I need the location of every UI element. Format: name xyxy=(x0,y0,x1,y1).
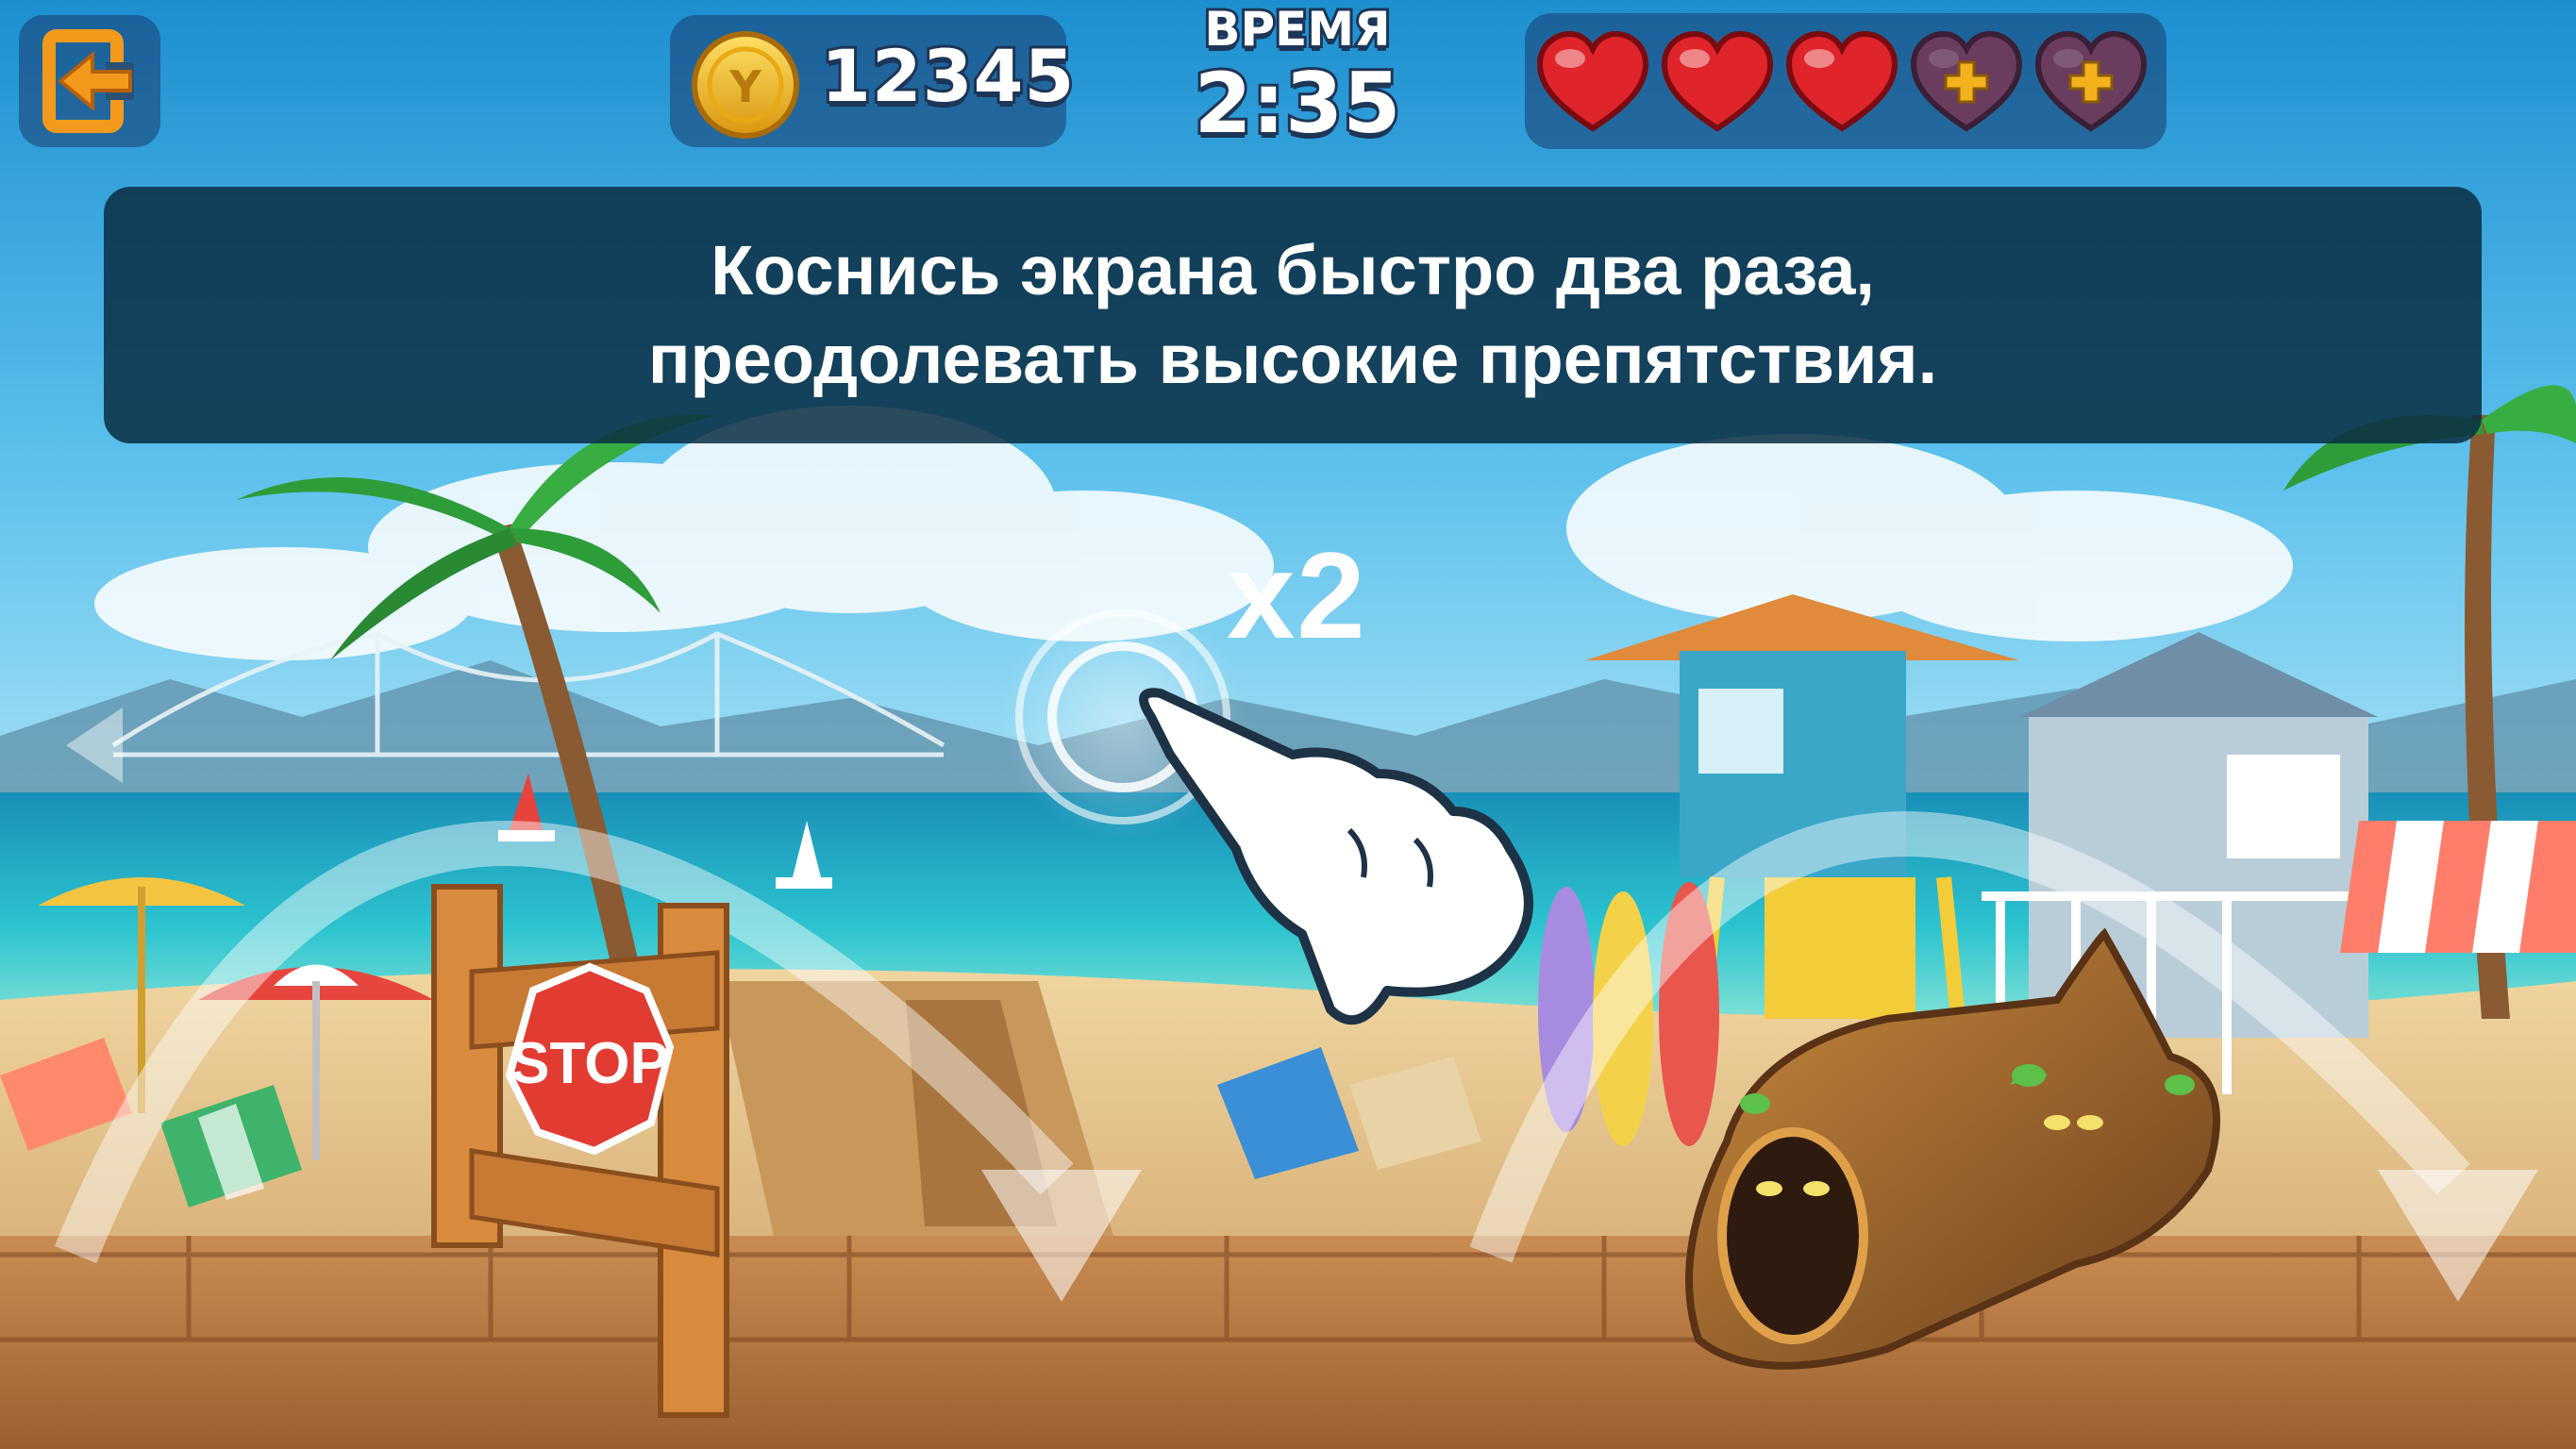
tutorial-text-line-1: Коснись экрана быстро два раза, xyxy=(711,231,1875,309)
heart-icon xyxy=(1536,30,1649,132)
coin-symbol: Y xyxy=(728,61,761,112)
heart-icon xyxy=(1661,30,1774,132)
time-value: 2:35 xyxy=(1192,52,1404,155)
coin-count: 12345 xyxy=(818,31,1077,121)
heart-plus-icon[interactable] xyxy=(2034,30,2148,132)
exit-door-arrow-icon xyxy=(42,29,134,133)
boardwalk xyxy=(0,1236,2576,1449)
heart-icon xyxy=(1785,30,1899,132)
heart-plus-icon[interactable] xyxy=(1910,30,2023,132)
time-label: ВРЕМЯ xyxy=(1201,0,1393,59)
double-tap-label: x2 xyxy=(1227,526,1367,664)
shop-awning xyxy=(2340,821,2576,953)
exit-button[interactable] xyxy=(19,15,160,147)
tutorial-banner: Коснись экрана быстро два раза, преодоле… xyxy=(104,187,2482,443)
coin-icon: Y xyxy=(692,31,799,139)
lives-hearts xyxy=(1536,30,2148,132)
tutorial-text-line-2: преодолевать высокие препятствия. xyxy=(647,320,1938,398)
stop-sign-text: STOP xyxy=(510,1031,669,1096)
